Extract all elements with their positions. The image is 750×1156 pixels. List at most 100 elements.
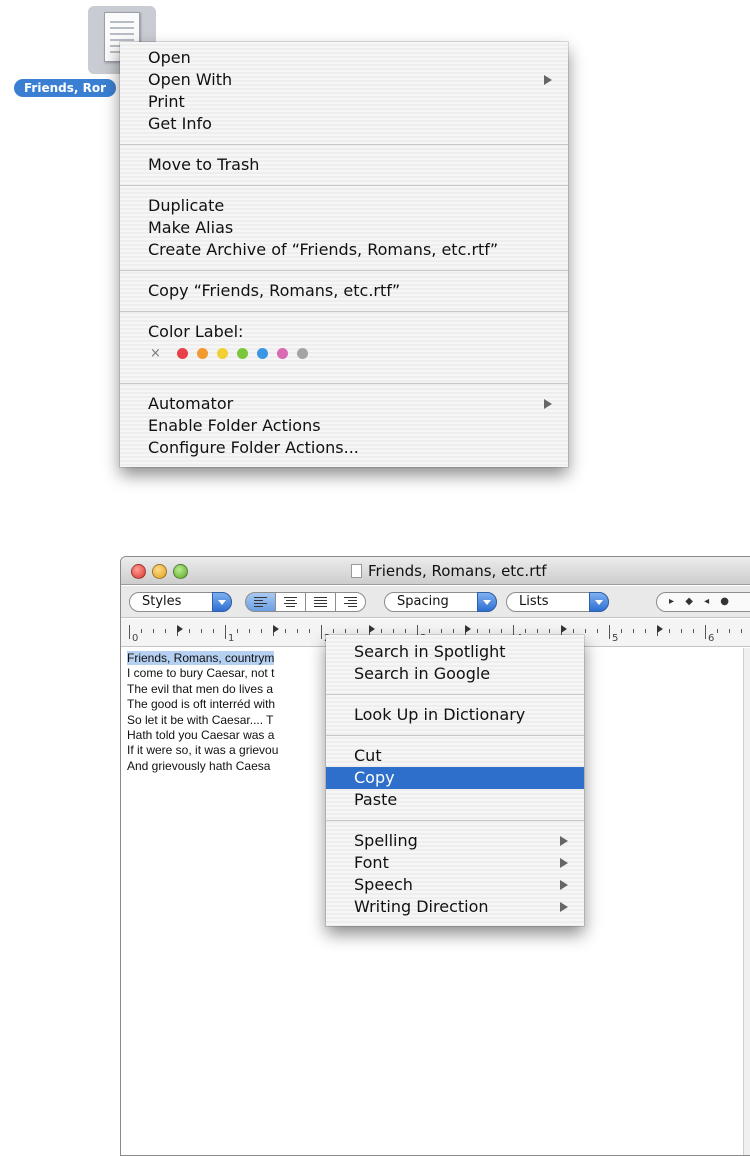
menu-item-make-alias[interactable]: Make Alias (120, 217, 568, 239)
tab-stop-controls[interactable]: ▸ ◆ ◂ ● (656, 592, 750, 612)
menu-item-font[interactable]: Font (326, 852, 584, 874)
ruler-minor-tick (537, 629, 538, 633)
menu-separator (326, 735, 584, 736)
format-toolbar: Styles Spacing Lists ▸ ◆ ◂ ● (121, 586, 750, 618)
tab-stop-marker[interactable] (177, 625, 183, 633)
spacing-popup[interactable]: Spacing (384, 592, 497, 612)
menu-separator (120, 270, 568, 271)
ruler-major-tick (129, 625, 130, 639)
ruler-minor-tick (405, 629, 406, 633)
text-line[interactable]: The good is oft interréd with (127, 697, 278, 712)
ruler-major-tick (705, 625, 706, 639)
text-line[interactable]: And grievously hath Caesa (127, 759, 278, 774)
minimize-button[interactable] (152, 564, 167, 579)
line-text: Hath told you Caesar was a (127, 728, 275, 743)
zoom-button[interactable] (173, 564, 188, 579)
text-line[interactable]: So let it be with Caesar.... T (127, 713, 278, 728)
ruler-minor-tick (153, 629, 154, 633)
menu-item-copy-friends-romans-etc-rtf[interactable]: Copy “Friends, Romans, etc.rtf” (120, 280, 568, 302)
selected-text[interactable]: Friends, Romans, countrym (127, 651, 275, 665)
menu-item-get-info[interactable]: Get Info (120, 113, 568, 135)
window-title: Friends, Romans, etc.rtf (351, 562, 547, 580)
menu-item-search-in-spotlight[interactable]: Search in Spotlight (326, 641, 584, 663)
color-swatch[interactable] (217, 348, 228, 359)
text-line[interactable]: Hath told you Caesar was a (127, 728, 278, 743)
color-swatch[interactable] (297, 348, 308, 359)
text-line[interactable]: I come to bury Caesar, not t (127, 666, 278, 681)
menu-item-spelling[interactable]: Spelling (326, 830, 584, 852)
menu-item-duplicate[interactable]: Duplicate (120, 195, 568, 217)
menu-item-label: Cut (354, 746, 382, 765)
menu-item-writing-direction[interactable]: Writing Direction (326, 896, 584, 918)
menu-item-move-to-trash[interactable]: Move to Trash (120, 154, 568, 176)
tab-stop-marker[interactable] (657, 625, 663, 633)
tab-stop-marker[interactable] (465, 625, 471, 633)
ruler-minor-tick (141, 629, 142, 633)
ruler-minor-tick (645, 629, 646, 633)
menu-item-enable-folder-actions[interactable]: Enable Folder Actions (120, 415, 568, 437)
align-right-button[interactable] (335, 592, 366, 612)
document-proxy-icon[interactable] (351, 564, 362, 578)
menu-item-label: Look Up in Dictionary (354, 705, 526, 724)
menu-item-create-archive-of-friends-romans-etc-rtf[interactable]: Create Archive of “Friends, Romans, etc.… (120, 239, 568, 261)
menu-item-label: Automator (148, 394, 234, 413)
text-line[interactable]: If it were so, it was a grievou (127, 743, 278, 758)
menu-item-open-with[interactable]: Open With (120, 69, 568, 91)
menu-item-copy[interactable]: Copy (326, 767, 584, 789)
align-center-button[interactable] (275, 592, 306, 612)
submenu-arrow-icon (544, 75, 552, 85)
ruler-minor-tick (477, 629, 478, 633)
lists-popup[interactable]: Lists (506, 592, 609, 612)
color-swatch[interactable] (257, 348, 268, 359)
line-text: If it were so, it was a grievou (127, 743, 279, 758)
ruler-minor-tick (669, 629, 670, 633)
color-swatch[interactable] (237, 348, 248, 359)
menu-item-paste[interactable]: Paste (326, 789, 584, 811)
text-line[interactable]: Friends, Romans, countrym (127, 651, 278, 666)
file-name-label[interactable]: Friends, Ror (14, 79, 117, 97)
menu-item-automator[interactable]: Automator (120, 393, 568, 415)
ruler-minor-tick (489, 629, 490, 633)
color-swatch[interactable] (277, 348, 288, 359)
vertical-scrollbar[interactable] (743, 648, 750, 1155)
menu-item-print[interactable]: Print (120, 91, 568, 113)
menu-item-label: Create Archive of “Friends, Romans, etc.… (148, 240, 499, 259)
line-text: I come to bury Caesar, not t (127, 666, 275, 681)
tab-stop-marker[interactable] (273, 625, 279, 633)
color-label-swatches: × (120, 343, 568, 365)
menu-item-look-up-in-dictionary[interactable]: Look Up in Dictionary (326, 704, 584, 726)
menu-item-cut[interactable]: Cut (326, 745, 584, 767)
text-line[interactable]: The evil that men do lives a (127, 682, 278, 697)
menu-item-label: Make Alias (148, 218, 234, 237)
tab-stop-marker[interactable] (369, 625, 375, 633)
ruler-minor-tick (681, 629, 682, 633)
ruler-minor-tick (357, 629, 358, 633)
ruler-number: 6 (708, 633, 715, 644)
ruler-number: 5 (612, 633, 619, 644)
ruler-minor-tick (381, 629, 382, 633)
no-color-icon[interactable]: × (150, 346, 164, 361)
styles-popup[interactable]: Styles (129, 592, 232, 612)
justify-button[interactable] (305, 592, 336, 612)
color-swatch[interactable] (177, 348, 188, 359)
ruler-number: 1 (228, 633, 235, 644)
close-button[interactable] (131, 564, 146, 579)
menu-item-label: Open (148, 48, 191, 67)
menu-item-open[interactable]: Open (120, 47, 568, 69)
color-label-heading: Color Label: (148, 322, 244, 341)
document-text[interactable]: Friends, Romans, countrym I come to bury … (127, 651, 278, 774)
color-swatch[interactable] (197, 348, 208, 359)
text-context-menu: Search in Spotlight Search in Google Look … (326, 635, 584, 926)
align-left-button[interactable] (245, 592, 276, 612)
ruler-minor-tick (297, 629, 298, 633)
menu-item-speech[interactable]: Speech (326, 874, 584, 896)
tab-stop-marker[interactable] (561, 625, 567, 633)
ruler-minor-tick (501, 629, 502, 633)
ruler-minor-tick (261, 629, 262, 633)
menu-item-search-in-google[interactable]: Search in Google (326, 663, 584, 685)
align-center-icon (284, 597, 297, 609)
menu-separator (326, 820, 584, 821)
ruler-minor-tick (573, 629, 574, 633)
ruler-minor-tick (693, 629, 694, 633)
menu-item-configure-folder-actions[interactable]: Configure Folder Actions... (120, 437, 568, 459)
